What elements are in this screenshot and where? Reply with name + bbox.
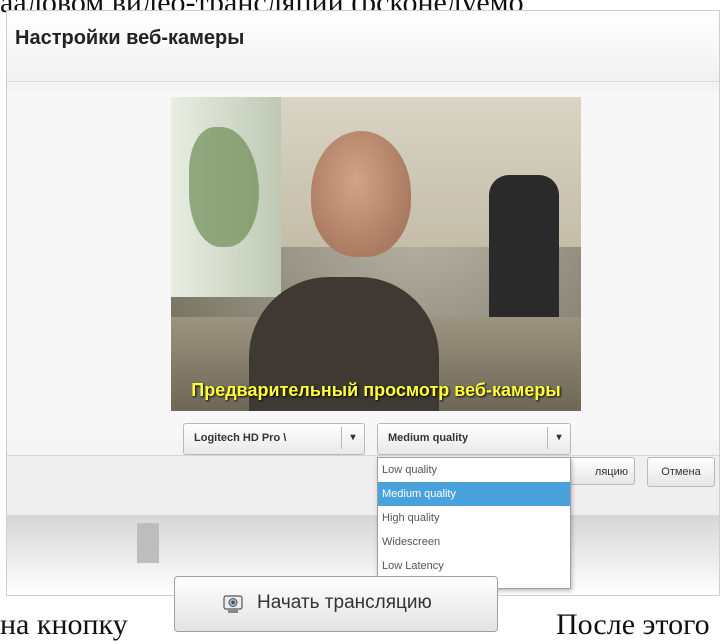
webcam-settings-dialog: Настройки веб-камеры Предварительный про…	[6, 10, 720, 596]
text-after-button: После этого	[556, 608, 710, 641]
webcam-icon	[221, 592, 245, 616]
quality-option[interactable]: Widescreen	[378, 530, 570, 554]
webcam-preview: Предварительный просмотр веб-камеры	[171, 97, 581, 411]
dialog-header: Настройки веб-камеры	[7, 11, 719, 82]
quality-select-value: Medium quality	[388, 432, 469, 444]
monitor-stand	[137, 523, 159, 563]
preview-person-head	[311, 131, 411, 257]
chevron-down-icon[interactable]: ▾	[547, 427, 570, 449]
preview-caption: Предварительный просмотр веб-камеры	[191, 380, 561, 400]
preview-chair	[489, 175, 559, 325]
quality-option[interactable]: Low Latency	[378, 554, 570, 578]
quality-option-selected[interactable]: Medium quality	[378, 482, 570, 506]
start-broadcast-button[interactable]: Начать трансляцию	[174, 576, 498, 632]
text-before-button: на кнопку	[0, 608, 128, 641]
camera-select[interactable]: Logitech HD Pro \ ▾	[183, 423, 365, 455]
chevron-down-icon[interactable]: ▾	[341, 427, 364, 449]
start-broadcast-label: Начать трансляцию	[257, 592, 432, 613]
quality-option[interactable]: Low quality	[378, 458, 570, 482]
dialog-title: Настройки веб-камеры	[15, 27, 245, 49]
quality-dropdown: Low quality Medium quality High quality …	[377, 457, 571, 589]
cancel-button[interactable]: Отмена	[647, 457, 715, 487]
quality-option[interactable]: High quality	[378, 506, 570, 530]
quality-select[interactable]: Medium quality ▾	[377, 423, 571, 455]
camera-select-value: Logitech HD Pro \	[194, 432, 287, 444]
